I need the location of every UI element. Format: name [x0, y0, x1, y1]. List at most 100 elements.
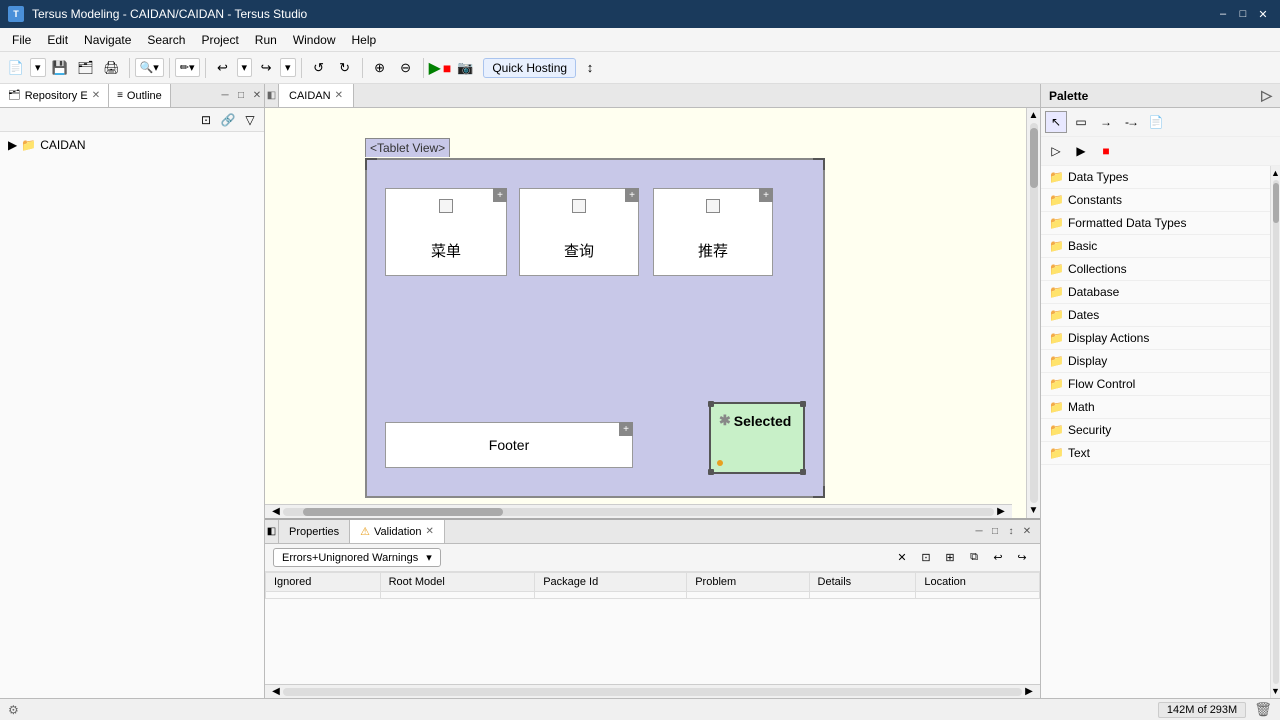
resize-se-handle[interactable] [813, 486, 825, 498]
edit-dropdown[interactable]: ✏▾ [175, 58, 200, 77]
maximize-button[interactable]: □ [1234, 5, 1252, 23]
play-button[interactable]: ▶ [429, 58, 441, 78]
canvas-vscrollbar[interactable]: ▲ ▼ [1026, 108, 1040, 518]
sel-handle-bl[interactable] [708, 469, 714, 475]
stop-button[interactable]: ■ [443, 60, 451, 76]
palette-arrow-tool[interactable]: → [1095, 111, 1117, 133]
palette-section-basic[interactable]: 📁 Basic [1041, 235, 1270, 258]
undo-dropdown[interactable]: ▾ [237, 58, 253, 77]
canvas-box-footer[interactable]: + Footer [385, 422, 633, 468]
hscroll-left-btn[interactable]: ◀ [269, 505, 283, 519]
menu-search[interactable]: Search [139, 31, 193, 49]
palette-scroll-thumb[interactable] [1273, 183, 1279, 223]
tab-caidan-close[interactable]: ✕ [335, 90, 343, 101]
tab-caidan[interactable]: CAIDAN ✕ [279, 84, 354, 107]
open-dropdown[interactable]: 🔍▾ [135, 58, 164, 77]
bottom-minimize-btn[interactable]: ─ [972, 525, 986, 539]
undo-button[interactable]: ↩ [211, 56, 235, 80]
canvas-box-tuijian[interactable]: + 推荐 [653, 188, 773, 276]
palette-section-text[interactable]: 📁 Text [1041, 442, 1270, 465]
palette-dashed-arrow-tool[interactable]: -→ [1120, 111, 1142, 133]
new-button[interactable]: 📄 [4, 56, 28, 80]
zoom-in-button[interactable]: ⊕ [368, 56, 392, 80]
expand-btn[interactable]: ⊞ [940, 548, 960, 568]
menu-run[interactable]: Run [247, 31, 285, 49]
collapse-btn[interactable]: ⊡ [916, 548, 936, 568]
canvas-box-chaxun[interactable]: + 查询 [519, 188, 639, 276]
vscroll-up-btn[interactable]: ▲ [1029, 110, 1039, 121]
menu-navigate[interactable]: Navigate [76, 31, 139, 49]
menu-file[interactable]: File [4, 31, 39, 49]
palette-section-formatted[interactable]: 📁 Formatted Data Types [1041, 212, 1270, 235]
left-panel-maximize[interactable]: □ [234, 89, 248, 103]
bottom-hscrollbar[interactable]: ◀ ▶ [265, 684, 1040, 698]
canvas-hscrollbar[interactable]: ◀ ▶ [265, 504, 1012, 518]
sel-handle-tl[interactable] [708, 401, 714, 407]
left-panel-minimize[interactable]: ─ [218, 89, 232, 103]
link-editor-btn[interactable]: 🔗 [218, 110, 238, 130]
palette-play2-tool[interactable]: ▶ [1070, 140, 1092, 162]
bottom-hscroll-right[interactable]: ▶ [1022, 685, 1036, 699]
filter-btn[interactable]: ✕ [892, 548, 912, 568]
redo2-button[interactable]: ↻ [333, 56, 357, 80]
menu-help[interactable]: Help [344, 31, 385, 49]
arrow-button[interactable]: ↕ [578, 56, 602, 80]
tab-properties[interactable]: Properties [279, 520, 350, 543]
zoom-out-button[interactable]: ⊖ [394, 56, 418, 80]
hscroll-right-btn[interactable]: ▶ [994, 505, 1008, 519]
tab-repository-close[interactable]: ✕ [92, 90, 100, 101]
undo-btn2[interactable]: ↩ [988, 548, 1008, 568]
palette-section-math[interactable]: 📁 Math [1041, 396, 1270, 419]
palette-scroll-up[interactable]: ▲ [1271, 168, 1280, 178]
palette-section-security[interactable]: 📁 Security [1041, 419, 1270, 442]
left-panel-close[interactable]: ✕ [250, 89, 264, 103]
camera-button[interactable]: 📷 [453, 56, 477, 80]
vscroll-down-btn[interactable]: ▼ [1029, 505, 1039, 516]
palette-doc-tool[interactable]: 📄 [1145, 111, 1167, 133]
menu-project[interactable]: Project [193, 31, 246, 49]
redo-btn2[interactable]: ↪ [1012, 548, 1032, 568]
box3-plus-icon[interactable]: + [759, 188, 773, 202]
palette-section-database[interactable]: 📁 Database [1041, 281, 1270, 304]
bottom-close-btn[interactable]: ✕ [1020, 525, 1034, 539]
resize-ne-handle[interactable] [813, 158, 825, 170]
palette-section-flow-control[interactable]: 📁 Flow Control [1041, 373, 1270, 396]
minimize-button[interactable]: – [1214, 5, 1232, 23]
collapse-all-btn[interactable]: ⊡ [196, 110, 216, 130]
palette-expand-btn[interactable]: ▷ [1261, 87, 1272, 104]
menu-window[interactable]: Window [285, 31, 344, 49]
palette-scroll-down[interactable]: ▼ [1271, 686, 1280, 696]
box2-plus-icon[interactable]: + [625, 188, 639, 202]
bottom-restore-btn[interactable]: ↕ [1004, 525, 1018, 539]
print-button[interactable]: 🖨 [100, 56, 124, 80]
editor-canvas[interactable]: <Tablet View> [265, 108, 1026, 518]
new-dropdown[interactable]: ▾ [30, 58, 46, 77]
copy-btn[interactable]: ⧉ [964, 548, 984, 568]
save-button[interactable]: 💾 [48, 56, 72, 80]
gc-button[interactable]: 🗑 [1254, 701, 1272, 718]
canvas-box-selected[interactable]: ✱ Selected [709, 402, 805, 474]
sel-handle-br[interactable] [800, 469, 806, 475]
redo-button[interactable]: ↪ [254, 56, 278, 80]
undo2-button[interactable]: ↺ [307, 56, 331, 80]
error-filter-dropdown[interactable]: Errors+Unignored Warnings ▾ [273, 548, 441, 567]
tab-validation[interactable]: ⚠ Validation ✕ [350, 520, 445, 543]
panel-menu-btn[interactable]: ▽ [240, 110, 260, 130]
tree-item-caidan[interactable]: ▶ 📁 CAIDAN [4, 136, 260, 154]
canvas-box-caidan[interactable]: + 菜单 [385, 188, 507, 276]
palette-section-display-actions[interactable]: 📁 Display Actions [1041, 327, 1270, 350]
vscroll-thumb[interactable] [1030, 128, 1038, 188]
redo-dropdown[interactable]: ▾ [280, 58, 296, 77]
close-button[interactable]: ✕ [1254, 5, 1272, 23]
palette-play-tool[interactable]: ▷ [1045, 140, 1067, 162]
quick-hosting-button[interactable]: Quick Hosting [483, 58, 576, 78]
sel-handle-tr[interactable] [800, 401, 806, 407]
palette-select-tool[interactable]: ↖ [1045, 111, 1067, 133]
palette-stop-tool[interactable]: ■ [1095, 140, 1117, 162]
palette-section-display[interactable]: 📁 Display [1041, 350, 1270, 373]
box1-plus-icon[interactable]: + [493, 188, 507, 202]
resize-nw-handle[interactable] [365, 158, 377, 170]
tab-outline[interactable]: ≡ Outline [109, 84, 171, 107]
bottom-hscroll-left[interactable]: ◀ [269, 685, 283, 699]
palette-section-collections[interactable]: 📁 Collections [1041, 258, 1270, 281]
